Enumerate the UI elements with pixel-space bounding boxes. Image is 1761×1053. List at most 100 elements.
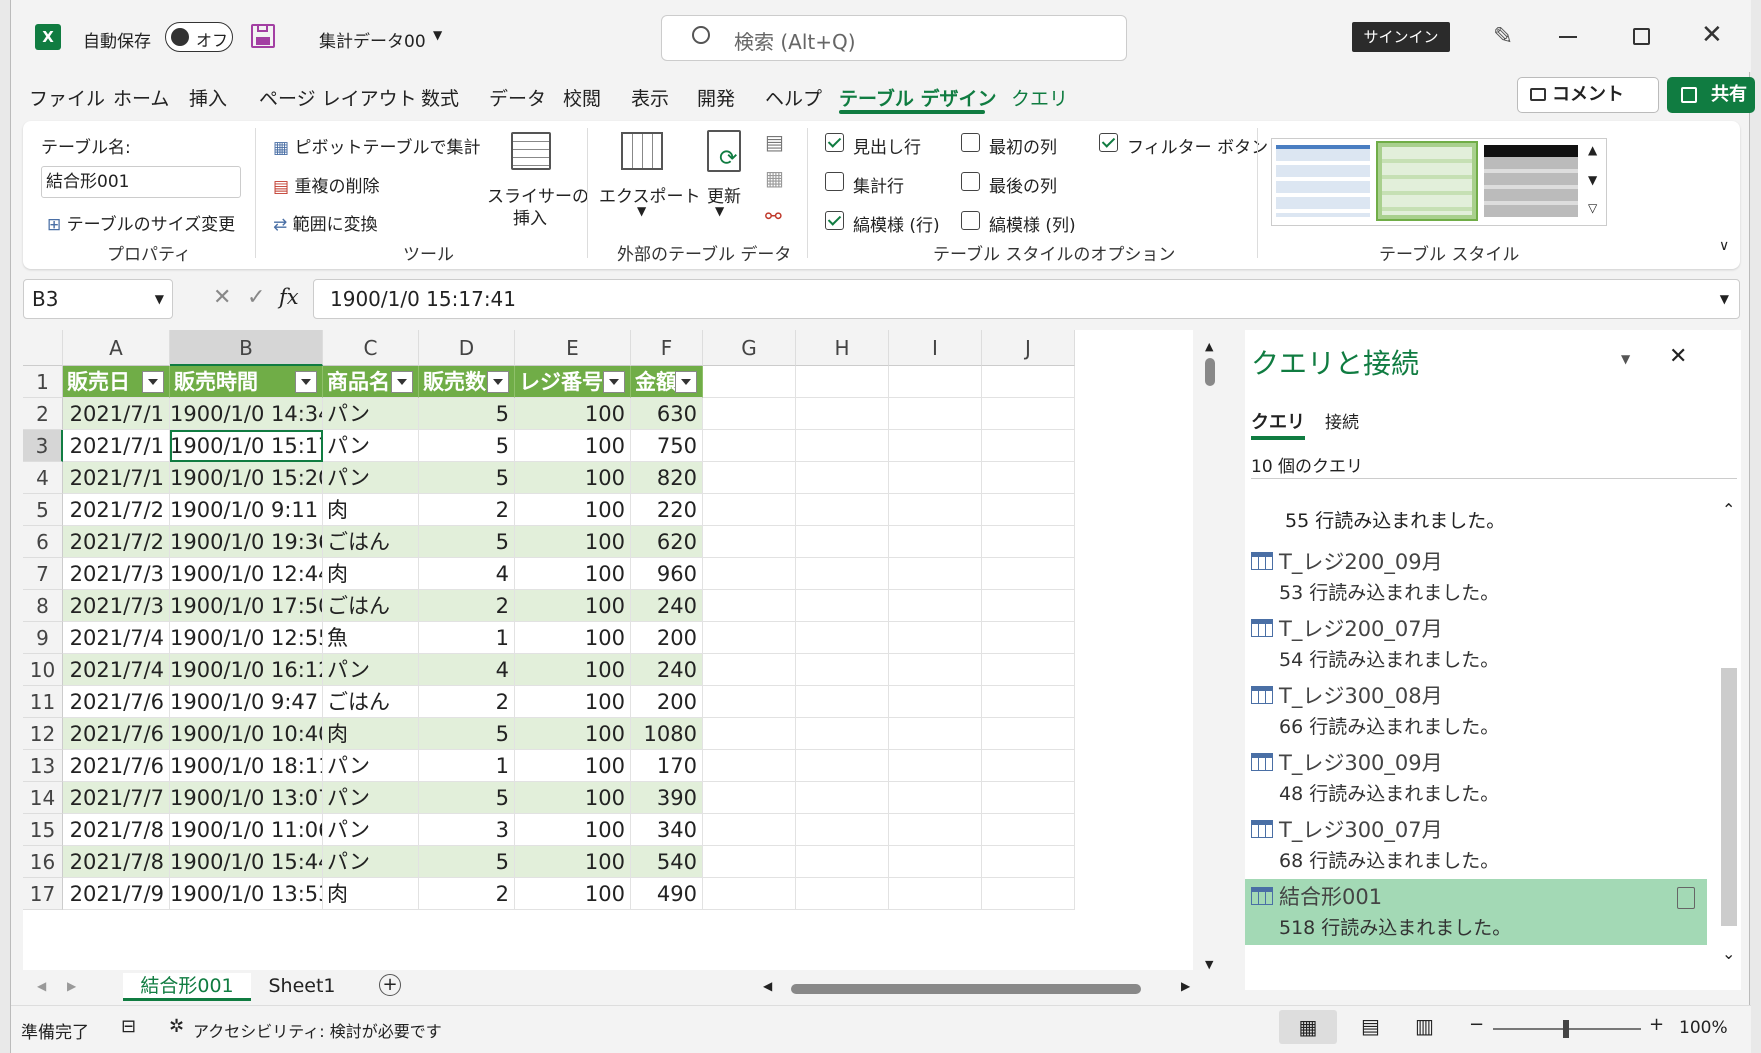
table-cell[interactable]: 4 [419, 654, 515, 686]
cell[interactable] [703, 526, 796, 558]
table-cell[interactable]: 5 [419, 782, 515, 814]
table-cell[interactable]: 1900/1/0 11:06 [170, 814, 323, 846]
cell[interactable] [703, 398, 796, 430]
scroll-up-icon[interactable]: ⌃ [1722, 500, 1735, 519]
table-cell[interactable]: 2021/7/2 [63, 526, 170, 558]
table-cell[interactable]: 340 [631, 814, 703, 846]
refresh-query-icon[interactable] [1677, 887, 1695, 909]
table-cell[interactable]: 2021/7/6 [63, 686, 170, 718]
filter-dropdown-icon[interactable] [603, 371, 625, 393]
table-header-cell[interactable]: 販売数 [419, 366, 515, 398]
cell[interactable] [982, 590, 1075, 622]
cell[interactable] [796, 430, 889, 462]
table-cell[interactable]: 2021/7/7 [63, 782, 170, 814]
cell[interactable] [889, 654, 982, 686]
table-cell[interactable]: 240 [631, 654, 703, 686]
column-header-j[interactable]: J [982, 330, 1075, 366]
cell[interactable] [982, 494, 1075, 526]
maximize-icon[interactable] [1633, 28, 1650, 45]
table-cell[interactable]: 2021/7/8 [63, 814, 170, 846]
cell[interactable] [796, 782, 889, 814]
cell[interactable] [703, 590, 796, 622]
cell[interactable] [703, 654, 796, 686]
first-column-checkbox[interactable] [961, 133, 980, 152]
tab-table-design[interactable]: テーブル デザイン [839, 84, 996, 111]
table-cell[interactable]: 100 [515, 494, 631, 526]
tab-view[interactable]: 表示 [631, 84, 669, 111]
cell[interactable] [982, 782, 1075, 814]
table-cell[interactable]: パン [323, 846, 419, 878]
table-cell[interactable]: 魚 [323, 622, 419, 654]
table-cell[interactable]: 5 [419, 526, 515, 558]
cell[interactable] [982, 814, 1075, 846]
table-cell[interactable]: 100 [515, 750, 631, 782]
cell[interactable] [982, 878, 1075, 910]
table-cell[interactable]: パン [323, 398, 419, 430]
table-cell[interactable]: パン [323, 462, 419, 494]
scroll-thumb[interactable] [1205, 358, 1215, 386]
tab-review[interactable]: 校閲 [563, 84, 601, 111]
table-cell[interactable]: 1900/1/0 12:44 [170, 558, 323, 590]
table-cell[interactable]: 1900/1/0 9:47 [170, 686, 323, 718]
search-box[interactable]: 検索 (Alt+Q) [661, 15, 1127, 61]
cell[interactable] [889, 878, 982, 910]
table-cell[interactable]: 200 [631, 686, 703, 718]
table-cell[interactable]: パン [323, 814, 419, 846]
column-header-h[interactable]: H [796, 330, 889, 366]
table-cell[interactable]: 肉 [323, 494, 419, 526]
table-cell[interactable]: 2 [419, 590, 515, 622]
table-cell[interactable]: 620 [631, 526, 703, 558]
cell[interactable] [889, 782, 982, 814]
cell[interactable] [982, 526, 1075, 558]
table-cell[interactable]: 100 [515, 718, 631, 750]
name-box[interactable]: B3 ▼ [23, 279, 173, 319]
cell[interactable] [703, 846, 796, 878]
table-cell[interactable]: 2021/7/8 [63, 846, 170, 878]
cell[interactable] [889, 718, 982, 750]
row-header[interactable]: 10 [23, 654, 63, 686]
cell[interactable] [889, 622, 982, 654]
cell[interactable] [889, 814, 982, 846]
table-cell[interactable]: 100 [515, 846, 631, 878]
page-layout-view-icon[interactable]: ▤ [1361, 1014, 1380, 1038]
tab-page-layout[interactable]: ページ レイアウト [259, 84, 417, 111]
table-cell[interactable]: 2021/7/2 [63, 494, 170, 526]
row-header[interactable]: 1 [23, 366, 63, 398]
cell[interactable] [796, 846, 889, 878]
cell[interactable] [982, 654, 1075, 686]
enter-icon[interactable]: ✓ [247, 285, 265, 310]
table-cell[interactable]: 2 [419, 878, 515, 910]
table-header-cell[interactable]: 金額 [631, 366, 703, 398]
table-cell[interactable]: 1900/1/0 13:53 [170, 878, 323, 910]
query-item[interactable]: T_レジ300_08月 66 行読み込まれました。 [1245, 678, 1707, 745]
table-cell[interactable]: 100 [515, 526, 631, 558]
table-cell[interactable]: 100 [515, 558, 631, 590]
accessibility-status[interactable]: アクセシビリティ: 検討が必要です [193, 1018, 442, 1042]
page-break-view-icon[interactable]: ▥ [1415, 1014, 1434, 1038]
cell[interactable] [982, 462, 1075, 494]
query-item[interactable]: T_レジ300_09月 48 行読み込まれました。 [1245, 745, 1707, 812]
file-name[interactable]: 集計データ00 [319, 27, 426, 52]
cell[interactable] [889, 558, 982, 590]
scroll-up-icon[interactable]: ▲ [1588, 143, 1597, 157]
row-header[interactable]: 3 [23, 430, 63, 462]
comment-button[interactable]: コメント [1517, 77, 1659, 113]
table-cell[interactable]: 100 [515, 686, 631, 718]
scroll-thumb[interactable] [1721, 668, 1737, 926]
table-cell[interactable]: 220 [631, 494, 703, 526]
row-header[interactable]: 16 [23, 846, 63, 878]
table-cell[interactable]: 1900/1/0 10:40 [170, 718, 323, 750]
table-cell[interactable]: 2021/7/1 [63, 462, 170, 494]
row-header[interactable]: 4 [23, 462, 63, 494]
cell[interactable] [889, 366, 982, 398]
signin-button[interactable]: サインイン [1352, 22, 1450, 52]
table-cell[interactable]: 3 [419, 814, 515, 846]
cell[interactable] [796, 494, 889, 526]
row-header[interactable]: 8 [23, 590, 63, 622]
table-header-cell[interactable]: 商品名 [323, 366, 419, 398]
share-button[interactable]: 共有 [1667, 77, 1755, 113]
cell[interactable] [703, 686, 796, 718]
column-header-f[interactable]: F [631, 330, 703, 366]
cell[interactable] [703, 622, 796, 654]
zoom-slider-thumb[interactable] [1563, 1020, 1569, 1038]
